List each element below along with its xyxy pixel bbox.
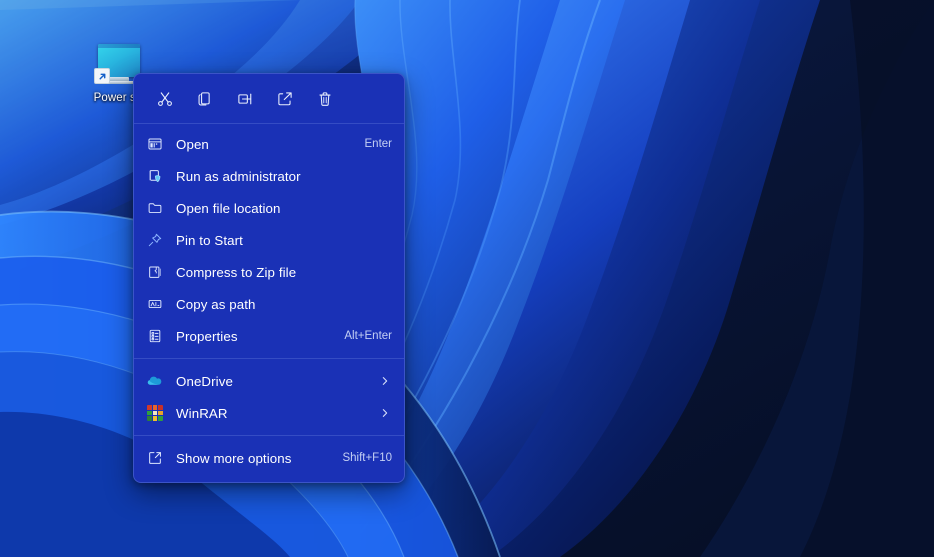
context-menu[interactable]: Open Enter Run as administrator Open fil…	[133, 73, 405, 483]
menu-item-compress-to-zip[interactable]: Compress to Zip file	[134, 256, 404, 288]
menu-item-label: WinRAR	[176, 405, 228, 421]
copy-icon[interactable]	[185, 82, 225, 116]
app-window-icon	[134, 128, 176, 160]
menu-item-label: OneDrive	[176, 373, 233, 389]
menu-item-label: Run as administrator	[176, 168, 301, 184]
menu-group-apps: OneDrive WinRAR	[134, 359, 404, 435]
menu-item-show-more-options[interactable]: Show more options Shift+F10	[134, 442, 404, 474]
menu-item-label: Compress to Zip file	[176, 264, 297, 280]
shield-icon	[134, 160, 176, 192]
chevron-right-icon	[378, 376, 392, 386]
menu-item-label: Open file location	[176, 200, 281, 216]
menu-item-label: Pin to Start	[176, 232, 243, 248]
trash-icon[interactable]	[305, 82, 345, 116]
menu-item-accelerator: Shift+F10	[342, 452, 392, 464]
menu-item-run-as-administrator[interactable]: Run as administrator	[134, 160, 404, 192]
winrar-icon	[134, 397, 176, 429]
menu-item-accelerator: Alt+Enter	[344, 330, 392, 342]
menu-item-label: Show more options	[176, 450, 292, 466]
menu-item-onedrive[interactable]: OneDrive	[134, 365, 404, 397]
menu-item-pin-to-start[interactable]: Pin to Start	[134, 224, 404, 256]
copy-path-icon	[134, 288, 176, 320]
menu-item-accelerator: Enter	[364, 138, 393, 150]
expand-icon	[134, 442, 176, 474]
pin-icon	[134, 224, 176, 256]
monitor-stand	[104, 77, 134, 84]
properties-icon	[134, 320, 176, 352]
menu-item-open[interactable]: Open Enter	[134, 128, 404, 160]
menu-item-winrar[interactable]: WinRAR	[134, 397, 404, 429]
menu-item-properties[interactable]: Properties Alt+Enter	[134, 320, 404, 352]
menu-item-copy-as-path[interactable]: Copy as path	[134, 288, 404, 320]
menu-group-main: Open Enter Run as administrator Open fil…	[134, 124, 404, 358]
menu-group-more: Show more options Shift+F10	[134, 436, 404, 481]
shortcut-arrow-icon	[94, 68, 110, 84]
onedrive-cloud-icon	[134, 365, 176, 397]
zip-folder-icon	[134, 256, 176, 288]
folder-icon	[134, 192, 176, 224]
chevron-right-icon	[378, 408, 392, 418]
rename-icon[interactable]	[225, 82, 265, 116]
menu-item-label: Open	[176, 136, 209, 152]
menu-item-label: Copy as path	[176, 296, 256, 312]
menu-item-label: Properties	[176, 328, 238, 344]
scissors-icon[interactable]	[145, 82, 185, 116]
share-icon[interactable]	[265, 82, 305, 116]
menu-item-open-file-location[interactable]: Open file location	[134, 192, 404, 224]
context-menu-toolbar	[134, 74, 404, 123]
